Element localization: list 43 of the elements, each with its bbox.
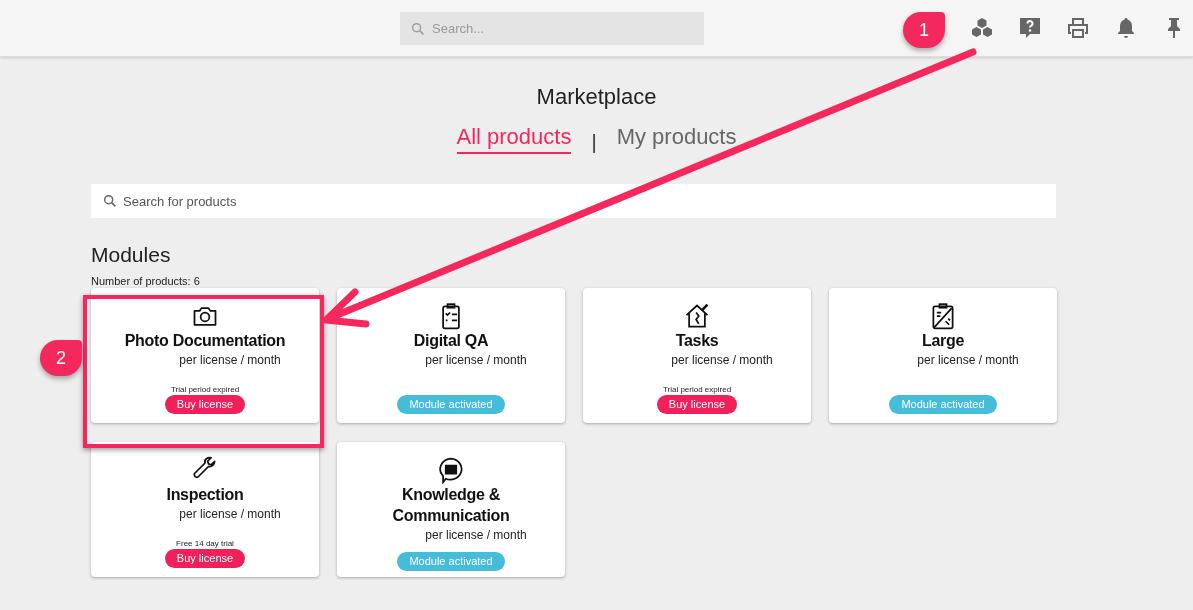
price-unit: per license / month [424,528,527,542]
price-unit: per license / month [916,353,1019,367]
print-icon[interactable] [1066,16,1090,40]
section-heading: Modules [91,243,171,267]
page-title: Marketplace [536,84,657,110]
activated-badge: Module activated [889,395,997,414]
product-search-field[interactable]: Search for products [91,184,1056,218]
activated-badge: Module activated [397,552,505,571]
product-name: Large [921,331,965,351]
product-name: Tasks [675,331,719,351]
buy-license-button[interactable]: Buy license [164,395,246,414]
product-card[interactable]: Digital QA per license / month Module activated [337,288,565,423]
product-card[interactable]: Inspection per license / month Free 14 day trial Buy license [91,442,319,577]
search-icon [102,193,118,209]
product-name: Inspection [166,485,244,505]
product-name: Photo Documentation [124,331,286,351]
trial-note: Trial period expired [170,385,240,394]
product-card[interactable]: Large per license / month Module activated [829,288,1057,423]
trial-note: Free 14 day trial [176,539,234,548]
buy-license-button[interactable]: Buy license [656,395,738,414]
cubes-icon[interactable] [970,16,994,40]
tab-separator: | [591,130,597,154]
chat-icon [437,456,465,484]
activated-badge: Module activated [397,395,505,414]
buy-license-button[interactable]: Buy license [164,549,246,568]
product-count: Number of products: 6 [91,275,200,287]
search-icon [410,21,426,37]
price-unit: per license / month [670,353,773,367]
price-unit: per license / month [178,507,281,521]
tab[interactable]: My products [616,124,737,154]
help-icon[interactable] [1018,16,1042,40]
step-marker: 2 [40,340,82,376]
price-unit: per license / month [178,353,281,367]
price-unit: per license / month [424,353,527,367]
product-card[interactable]: Tasks per license / month Trial period expired Buy license [583,288,811,423]
house-icon [683,302,711,330]
search-field[interactable]: Search... [400,12,704,45]
product-card[interactable]: Knowledge & Communication per license / month Module activated [337,442,565,577]
tab[interactable]: All products [456,124,572,154]
product-name: Digital QA [413,331,489,351]
trial-note: Trial period expired [662,385,732,394]
product-card[interactable]: Photo Documentation per license / month Trial period expired Buy license [91,288,319,423]
product-name: Knowledge & Communication [391,485,511,526]
